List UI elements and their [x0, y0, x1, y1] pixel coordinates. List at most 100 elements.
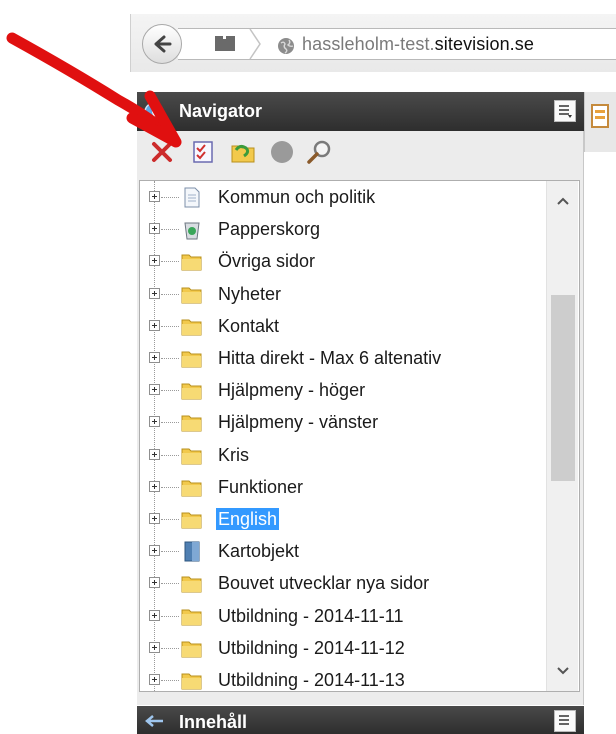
folder-icon [181, 448, 202, 465]
delete-icon[interactable] [150, 140, 174, 164]
expand-toggle-icon[interactable] [149, 513, 160, 524]
expand-toggle-icon[interactable] [149, 481, 160, 492]
tree-row[interactable]: Hjälpmeny - vänster [140, 406, 540, 438]
tree-node-label[interactable]: Hitta direkt - Max 6 altenativ [216, 347, 443, 369]
tree-connector [161, 551, 179, 552]
tree-node-label[interactable]: Bouvet utvecklar nya sidor [216, 572, 431, 594]
url-text[interactable]: hassleholm-test.sitevision.se [302, 34, 534, 55]
scroll-thumb[interactable] [551, 295, 575, 481]
tree-node-label[interactable]: English [216, 508, 280, 530]
folder-icon [181, 609, 202, 626]
page-edit-icon[interactable] [591, 104, 611, 130]
status-dot-icon[interactable] [270, 140, 294, 164]
content-panel-header: Innehåll [137, 706, 584, 734]
tree-node-label[interactable]: Utbildning - 2014-11-13 [216, 669, 407, 691]
tree-node-label[interactable]: Hjälpmeny - vänster [216, 411, 380, 433]
folder-icon [181, 351, 202, 368]
tree-node-label[interactable]: Papperskorg [216, 218, 322, 240]
tree-connector [161, 229, 179, 230]
expand-toggle-icon[interactable] [149, 320, 160, 331]
tree-connector [161, 519, 179, 520]
navigator-title: Navigator [179, 101, 263, 121]
tree-node-label[interactable]: Utbildning - 2014-11-11 [216, 605, 405, 627]
search-icon[interactable] [306, 140, 332, 166]
tree-row[interactable]: Övriga sidor [140, 245, 540, 277]
tree-row[interactable]: Utbildning - 2014-11-13 [140, 664, 540, 691]
scroll-down-icon[interactable] [555, 663, 571, 679]
expand-toggle-icon[interactable] [149, 288, 160, 299]
content-panel-title: Innehåll [179, 712, 248, 732]
back-button[interactable] [142, 24, 182, 64]
tree-connector [161, 616, 179, 617]
tree-node-label[interactable]: Kartobjekt [216, 540, 301, 562]
expand-toggle-icon[interactable] [149, 610, 160, 621]
content-menu-button[interactable] [554, 710, 576, 732]
tree-connector [161, 583, 179, 584]
tree-row[interactable]: Hitta direkt - Max 6 altenativ [140, 342, 540, 374]
tree-connector [161, 455, 179, 456]
tree-node-label[interactable]: Nyheter [216, 283, 283, 305]
tree-row[interactable]: Kommun och politik [140, 181, 540, 213]
page-icon [184, 187, 200, 208]
expand-toggle-icon[interactable] [149, 642, 160, 653]
tree-row[interactable]: Papperskorg [140, 213, 540, 245]
list-menu-icon [559, 715, 569, 725]
tab-groups-icon[interactable] [214, 36, 236, 52]
folder-icon [181, 254, 202, 271]
url-domain-prefix: hassleholm-test. [302, 34, 435, 54]
folder-icon [181, 673, 202, 690]
tree-node-label[interactable]: Övriga sidor [216, 250, 317, 272]
folder-icon [181, 576, 202, 593]
publish-icon[interactable] [230, 140, 256, 164]
site-tree[interactable]: Kommun och politik Papperskorg Övriga sido… [139, 180, 580, 692]
tree-row[interactable]: Kartobjekt [140, 535, 540, 567]
scroll-up-icon[interactable] [555, 193, 571, 209]
tree-node-label[interactable]: Kontakt [216, 315, 281, 337]
folder-icon [181, 641, 202, 658]
tree-node-label[interactable]: Funktioner [216, 476, 305, 498]
tree-row[interactable]: English [140, 503, 540, 535]
tree-connector [161, 197, 179, 198]
tree-node-label[interactable]: Utbildning - 2014-11-12 [216, 637, 407, 659]
tree-row[interactable]: Kontakt [140, 310, 540, 342]
content-icon [145, 715, 163, 727]
url-domain-main: sitevision.se [434, 34, 534, 54]
panel-menu-button[interactable] [554, 100, 576, 122]
globe-icon [278, 38, 294, 54]
expand-toggle-icon[interactable] [149, 416, 160, 427]
navigator-panel-header: Navigator [137, 92, 584, 131]
expand-toggle-icon[interactable] [149, 191, 160, 202]
expand-toggle-icon[interactable] [149, 545, 160, 556]
tree-node-label[interactable]: Kris [216, 444, 251, 466]
expand-toggle-icon[interactable] [149, 255, 160, 266]
tree-connector [161, 390, 179, 391]
checklist-icon[interactable] [192, 140, 214, 164]
expand-toggle-icon[interactable] [149, 577, 160, 588]
folder-icon [181, 287, 202, 304]
tree-row[interactable]: Funktioner [140, 471, 540, 503]
editor-panel-edge [584, 92, 616, 152]
tree-connector [161, 487, 179, 488]
tree-connector [161, 680, 179, 681]
back-arrow-icon [154, 35, 172, 53]
folder-icon [181, 383, 202, 400]
navigator-icon [144, 102, 164, 122]
tree-scrollbar[interactable] [546, 181, 578, 691]
tree-row[interactable]: Hjälpmeny - höger [140, 374, 540, 406]
tree-row[interactable]: Bouvet utvecklar nya sidor [140, 567, 540, 599]
expand-toggle-icon[interactable] [149, 674, 160, 685]
expand-toggle-icon[interactable] [149, 449, 160, 460]
expand-toggle-icon[interactable] [149, 223, 160, 234]
tree-node-label[interactable]: Hjälpmeny - höger [216, 379, 367, 401]
tree-row[interactable]: Nyheter [140, 278, 540, 310]
archive-icon [184, 541, 200, 562]
expand-toggle-icon[interactable] [149, 352, 160, 363]
tree-row[interactable]: Utbildning - 2014-11-12 [140, 632, 540, 664]
tree-connector [161, 261, 179, 262]
tree-row[interactable]: Kris [140, 439, 540, 471]
tree-row[interactable]: Utbildning - 2014-11-11 [140, 600, 540, 632]
tree-connector [161, 326, 179, 327]
tree-node-label[interactable]: Kommun och politik [216, 186, 377, 208]
expand-toggle-icon[interactable] [149, 384, 160, 395]
tree-connector [161, 422, 179, 423]
